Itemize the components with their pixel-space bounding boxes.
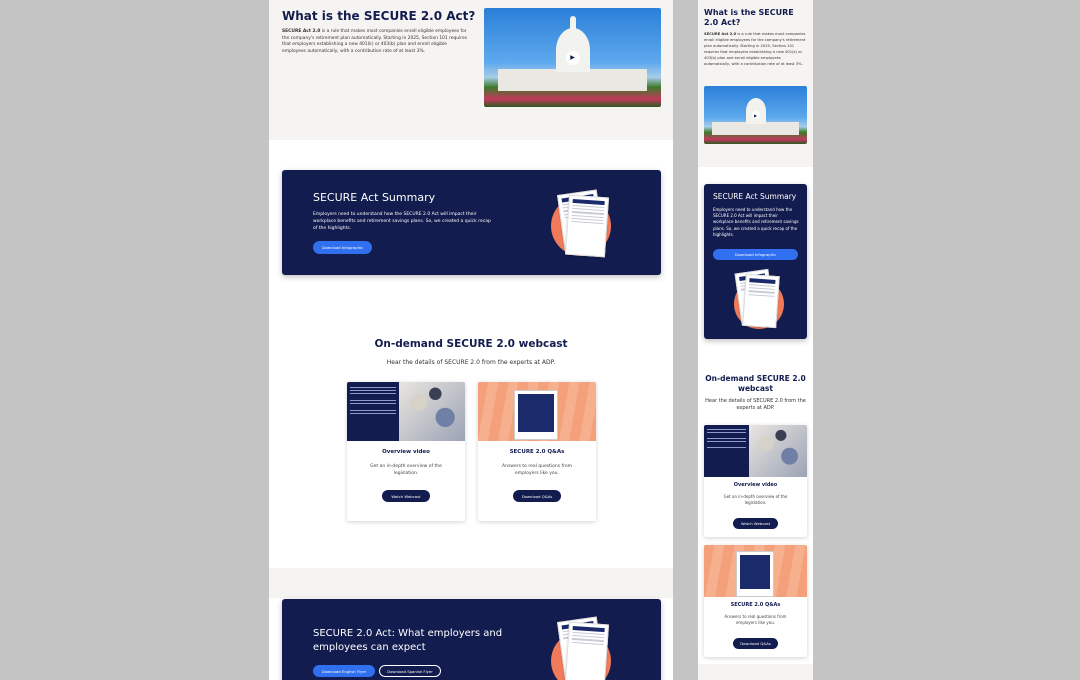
mobile-qas-card: SECURE 2.0 Q&As Answers to real question… — [704, 545, 807, 657]
infographic-illustration — [547, 186, 619, 260]
flyer-illustration — [547, 615, 619, 680]
mobile-overview-video-title: Overview video — [733, 482, 778, 488]
download-spanish-flyer-button[interactable]: Download Spanish Flyer — [379, 665, 441, 677]
flyer-title: SECURE 2.0 Act: What employers and emplo… — [313, 628, 503, 653]
mobile-summary-card: SECURE Act Summary Employers need to und… — [704, 184, 807, 339]
mobile-qas-desc: Answers to real questions from employers… — [724, 614, 787, 625]
mobile-overview-video-thumbnail[interactable] — [704, 425, 807, 477]
mobile-capitol-video-thumbnail[interactable]: ▶ — [704, 86, 807, 144]
qas-card: SECURE 2.0 Q&As Answers to real question… — [478, 382, 596, 521]
mobile-qas-title: SECURE 2.0 Q&As — [730, 602, 781, 608]
desktop-preview: What is the SECURE 2.0 Act? SECURE Act 2… — [269, 0, 673, 680]
hero-section: What is the SECURE 2.0 Act? SECURE Act 2… — [269, 0, 673, 140]
play-icon[interactable]: ▶ — [565, 50, 580, 65]
mobile-watch-webcast-button[interactable]: Watch Webcast — [733, 518, 778, 529]
summary-body: Employers need to understand how the SEC… — [313, 212, 491, 231]
mobile-infographic-illustration — [728, 267, 786, 335]
download-english-flyer-button[interactable]: Download English Flyer — [313, 665, 375, 677]
hero-body: SECURE Act 2.0 is a rule that makes most… — [282, 29, 467, 54]
mobile-summary-body: Employers need to understand how the SEC… — [713, 207, 799, 237]
qas-title: SECURE 2.0 Q&As — [509, 449, 565, 455]
mobile-overview-video-card: Overview video Get an in-depth overview … — [704, 425, 807, 537]
mobile-webcast-subtitle: Hear the details of SECURE 2.0 from the … — [705, 398, 806, 411]
download-infographic-button[interactable]: Download Infographic — [313, 241, 372, 254]
mobile-hero-title: What is the SECURE 2.0 Act? — [704, 8, 794, 27]
overview-video-thumbnail[interactable] — [347, 382, 465, 441]
summary-card: SECURE Act Summary Employers need to und… — [282, 170, 661, 275]
mobile-play-icon[interactable]: ▶ — [751, 111, 760, 119]
qas-thumbnail[interactable] — [478, 382, 596, 441]
webcast-title: On-demand SECURE 2.0 webcast — [374, 338, 568, 350]
mobile-download-infographic-button[interactable]: Download Infographic — [713, 249, 798, 260]
flyer-card: SECURE 2.0 Act: What employers and emplo… — [282, 599, 661, 680]
watch-webcast-button[interactable]: Watch Webcast — [382, 490, 430, 502]
overview-video-desc: Get an in-depth overview of the legislat… — [370, 464, 442, 476]
mobile-hero-body: SECURE Act 2.0 is a rule that makes most… — [704, 32, 806, 66]
mobile-overview-video-desc: Get an in-depth overview of the legislat… — [723, 494, 788, 505]
summary-title: SECURE Act Summary — [313, 191, 436, 204]
mobile-qas-thumbnail[interactable] — [704, 545, 807, 597]
section-divider — [269, 568, 673, 598]
mobile-section-divider — [698, 664, 813, 680]
qas-desc: Answers to real questions from employers… — [502, 464, 572, 476]
mobile-download-qas-button[interactable]: Download Q&As — [733, 638, 778, 649]
overview-video-card: Overview video Get an in-depth overview … — [347, 382, 465, 521]
webcast-subtitle: Hear the details of SECURE 2.0 from the … — [386, 359, 556, 366]
mobile-hero-section: What is the SECURE 2.0 Act? SECURE Act 2… — [698, 0, 813, 167]
mobile-webcast-title: On-demand SECURE 2.0 webcast — [705, 374, 806, 393]
overview-video-title: Overview video — [382, 449, 430, 455]
hero-title: What is the SECURE 2.0 Act? — [282, 9, 476, 23]
mobile-summary-title: SECURE Act Summary — [713, 192, 797, 201]
download-qas-button[interactable]: Download Q&As — [513, 490, 561, 502]
mobile-preview: What is the SECURE 2.0 Act? SECURE Act 2… — [698, 0, 813, 680]
capitol-video-thumbnail[interactable]: ▶ — [484, 8, 661, 107]
